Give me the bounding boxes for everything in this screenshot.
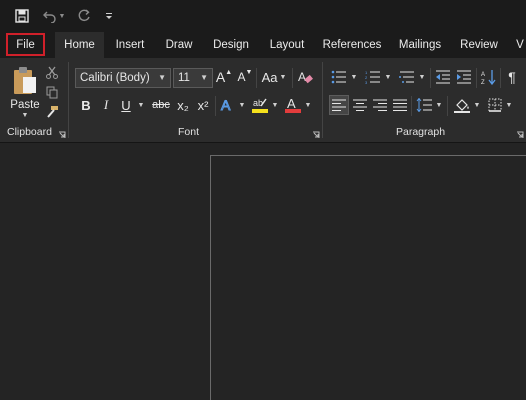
cut-icon[interactable] xyxy=(44,64,60,80)
tab-references[interactable]: References xyxy=(322,32,382,58)
clipboard-group-label: Clipboard xyxy=(7,126,52,138)
document-area xyxy=(0,143,526,400)
undo-dropdown-icon[interactable]: ▼ xyxy=(56,6,68,26)
redo-icon[interactable] xyxy=(74,6,94,26)
caret-up-icon: ▲ xyxy=(225,68,233,76)
italic-button[interactable]: I xyxy=(98,95,114,115)
svg-text:ab: ab xyxy=(253,98,263,108)
paste-label: Paste xyxy=(10,98,40,111)
clear-formatting-icon[interactable]: A xyxy=(296,67,314,87)
paste-dropdown-icon: ▼ xyxy=(21,111,29,119)
font-group-label: Font xyxy=(178,126,200,138)
grow-font-label: A xyxy=(215,69,226,85)
numbering-dropdown-icon[interactable]: ▼ xyxy=(383,67,393,87)
svg-text:A: A xyxy=(221,97,231,113)
group-separator xyxy=(292,68,293,88)
bullets-dropdown-icon[interactable]: ▼ xyxy=(349,67,359,87)
multilevel-dropdown-icon[interactable]: ▼ xyxy=(417,67,427,87)
caret-down-icon: ▼ xyxy=(245,68,253,76)
group-separator xyxy=(68,62,69,138)
group-separator xyxy=(256,68,257,88)
chevron-down-icon: ▼ xyxy=(279,73,287,81)
font-color-icon[interactable]: A xyxy=(283,95,303,115)
font-launcher-icon[interactable] xyxy=(312,128,320,138)
numbering-icon[interactable]: 123 xyxy=(364,67,382,87)
sort-icon[interactable]: AZ xyxy=(480,67,498,87)
underline-button[interactable]: U xyxy=(118,95,134,115)
font-color-dropdown-icon[interactable]: ▼ xyxy=(303,95,313,115)
tab-review[interactable]: Review xyxy=(458,32,500,58)
borders-icon[interactable] xyxy=(486,95,504,115)
underline-dropdown-icon[interactable]: ▼ xyxy=(136,95,146,115)
tab-insert[interactable]: Insert xyxy=(110,32,150,58)
tab-mailings[interactable]: Mailings xyxy=(395,32,445,58)
document-page[interactable] xyxy=(210,155,526,400)
customize-toolbar-icon[interactable] xyxy=(102,6,116,26)
ribbon-tabs: File Home Insert Draw Design Layout Refe… xyxy=(0,32,526,58)
align-center-icon[interactable] xyxy=(351,95,369,115)
svg-text:A: A xyxy=(298,70,306,84)
shrink-font-button[interactable]: A ▼ xyxy=(236,67,254,87)
highlight-color-icon[interactable]: ab xyxy=(250,95,270,115)
tab-home[interactable]: Home xyxy=(55,32,104,58)
line-spacing-icon[interactable] xyxy=(415,95,433,115)
chevron-down-icon: ▼ xyxy=(158,73,166,82)
clipboard-launcher-icon[interactable] xyxy=(58,128,66,138)
group-separator xyxy=(322,62,323,138)
justify-icon[interactable] xyxy=(391,95,409,115)
grow-font-button[interactable]: A ▲ xyxy=(215,67,233,87)
change-case-label: Aa xyxy=(261,69,278,85)
paragraph-launcher-icon[interactable] xyxy=(516,128,524,138)
shading-dropdown-icon[interactable]: ▼ xyxy=(472,95,482,115)
format-painter-icon[interactable] xyxy=(44,104,60,120)
borders-dropdown-icon[interactable]: ▼ xyxy=(504,95,514,115)
svg-text:A: A xyxy=(481,72,485,78)
tab-design[interactable]: Design xyxy=(209,32,253,58)
group-separator xyxy=(215,96,216,116)
group-separator xyxy=(476,68,477,88)
superscript-button[interactable]: x² xyxy=(194,95,212,115)
line-spacing-dropdown-icon[interactable]: ▼ xyxy=(434,95,444,115)
svg-text:A: A xyxy=(287,96,296,111)
multilevel-list-icon[interactable] xyxy=(398,67,416,87)
bullets-icon[interactable] xyxy=(330,67,348,87)
svg-text:Z: Z xyxy=(481,80,485,85)
align-right-icon[interactable] xyxy=(371,95,389,115)
svg-text:3: 3 xyxy=(365,80,368,84)
subscript-button[interactable]: x₂ xyxy=(174,95,192,115)
quick-access-toolbar: ▼ xyxy=(0,0,526,32)
ribbon-home: Paste ▼ Clipboard Calibri (Body) ▼ 11 ▼ … xyxy=(0,58,526,143)
bold-button[interactable]: B xyxy=(78,95,94,115)
font-size-value: 11 xyxy=(178,72,190,84)
paste-button[interactable]: Paste ▼ xyxy=(10,62,40,122)
font-name-dropdown[interactable]: Calibri (Body) ▼ xyxy=(75,68,171,88)
tab-draw[interactable]: Draw xyxy=(160,32,198,58)
group-separator xyxy=(447,96,448,116)
text-effects-dropdown-icon[interactable]: ▼ xyxy=(237,95,247,115)
group-separator xyxy=(430,68,431,88)
strikethrough-button[interactable]: abc xyxy=(150,95,172,115)
font-name-value: Calibri (Body) xyxy=(80,72,150,84)
copy-icon[interactable] xyxy=(44,84,60,100)
decrease-indent-icon[interactable] xyxy=(434,67,452,87)
align-left-icon[interactable] xyxy=(329,95,349,115)
paragraph-group-label: Paragraph xyxy=(396,126,446,138)
tab-layout[interactable]: Layout xyxy=(264,32,310,58)
save-icon[interactable] xyxy=(12,6,32,26)
increase-indent-icon[interactable] xyxy=(455,67,473,87)
group-separator xyxy=(411,96,412,116)
text-effects-icon[interactable]: A xyxy=(219,95,237,115)
font-size-dropdown[interactable]: 11 ▼ xyxy=(173,68,213,88)
group-separator xyxy=(500,68,501,88)
change-case-button[interactable]: Aa ▼ xyxy=(260,67,288,87)
clipboard-icon xyxy=(14,66,36,94)
tab-view[interactable]: V xyxy=(514,32,526,58)
shading-icon[interactable] xyxy=(452,95,472,115)
file-tab-highlight xyxy=(6,33,45,56)
show-formatting-icon[interactable]: ¶ xyxy=(504,67,520,87)
chevron-down-icon: ▼ xyxy=(200,73,208,82)
highlight-dropdown-icon[interactable]: ▼ xyxy=(270,95,280,115)
shrink-font-label: A xyxy=(237,70,246,84)
